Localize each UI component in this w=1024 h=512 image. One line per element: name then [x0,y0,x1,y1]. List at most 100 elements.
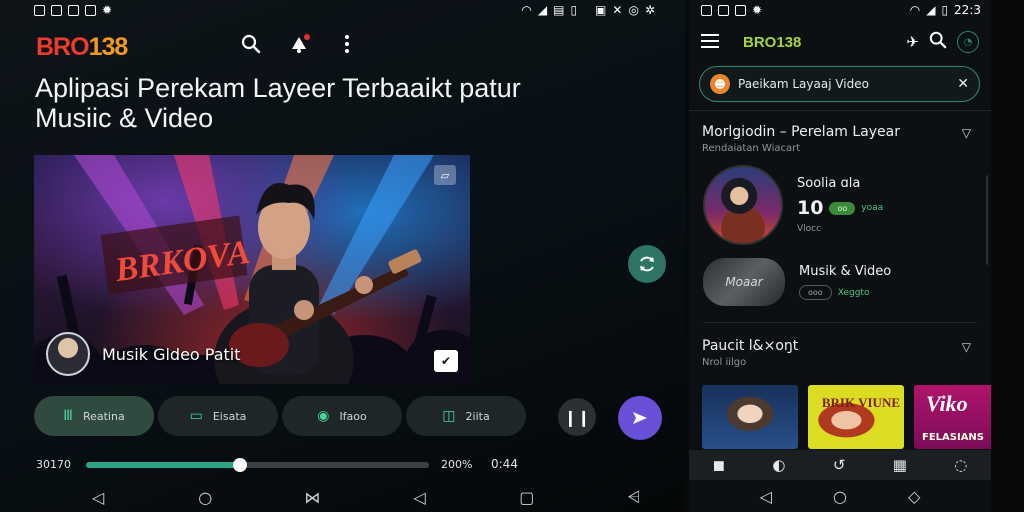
status-notification-icons: ✹ [34,4,112,16]
photo-icon [85,4,96,16]
screen-icon: ▭ [189,408,203,424]
clock: 22:3 [954,3,981,17]
chip-eisata[interactable]: ▭ Eisata [158,396,278,436]
nfc-icon: ▣ [595,3,607,17]
wifi-icon: ◠ [521,3,532,17]
home-icon[interactable]: ○ [193,488,217,507]
notification-dot [304,34,310,40]
section-header-recordings[interactable]: Morlgiodin – Perelam Layear Rendaiatan W… [702,124,977,154]
gallery-icon [34,4,45,16]
card-subtitle: FELASIANS [922,432,985,443]
divider [689,110,991,111]
notification-button[interactable] [286,31,312,57]
back-icon[interactable]: ◁ [408,488,432,507]
pause-icon: ❙❙ [563,407,591,427]
main-screen: ✹ ◠ ◢ ▤ ▯ ▣ ✕ ◎ ✲ BRO138 Aplipasi Pereka… [0,0,685,512]
card-title: BRIK VIUNE [821,395,900,410]
search-button[interactable] [238,31,264,57]
time-total: 0:44 [491,457,518,471]
list-item[interactable]: Soolia ɑla 10 oo yoaa Vlocc [703,165,883,245]
tab-profile-icon[interactable]: ◌ [954,456,967,474]
recents-icon[interactable]: ◇ [908,487,920,506]
section-title: Paucit l&×oŋt [702,338,799,354]
section-header-popular[interactable]: Paucit l&×oŋt Nrol iilgo ▽ [702,338,977,368]
media-card[interactable]: Viko FELASIANS [914,385,991,449]
hero-video[interactable]: BRKOVA ▱ Musik Gldeo Patit ✔ [34,155,470,384]
artist-avatar[interactable] [46,332,90,376]
item-detail: Vlocc [797,224,822,234]
recents-icon[interactable]: ⋈ [300,488,324,507]
system-nav-bar: ◁ ○ ⋈ ◁ ▢ ⩤ [86,482,646,512]
tab-home-icon[interactable]: ◼ [713,456,725,474]
pause-button[interactable]: ❙❙ [558,398,596,436]
download-icon [51,4,62,16]
battery-icon: ▯ [941,3,949,17]
timer-icon: ◫ [442,408,456,424]
page-title: Aplipasi Perekam Layeer Terbaaikt patur … [35,73,521,133]
tab-library-icon[interactable]: ▦ [893,456,907,474]
gallery-icon [701,4,712,16]
item-info: Soolia ɑla 10 oo yoaa Vlocc [797,176,883,234]
item-tag: yoaa [861,203,884,213]
item-meta: ooo Xeggto [799,285,891,300]
chevron-down-icon[interactable]: ▽ [962,340,971,354]
chip-2iita[interactable]: ◫ 2iita [406,396,526,436]
battery-icon: ▯ [570,3,578,17]
bug-icon: ✹ [752,3,763,17]
wifi-icon: ◠ [909,3,921,17]
profile-button[interactable]: ◔ [957,31,979,53]
clear-icon[interactable]: ✕ [957,76,969,92]
card-title: Viko [926,391,968,416]
pip-icon[interactable]: ▱ [434,165,456,185]
tab-explore-icon[interactable]: ◐ [772,456,785,474]
equalizer-icon: Ⅲ [63,408,73,424]
time-start: 30170 [36,457,71,471]
home-icon[interactable]: ▢ [515,488,539,507]
media-card[interactable] [702,385,798,449]
progress-fill [86,462,241,468]
capture-button[interactable] [628,245,666,283]
more-vert-icon [345,35,349,53]
signal-icon: ◢ [926,3,936,17]
stack-icon: ◉ [317,408,330,424]
item-title: Soolia ɑla [797,176,861,191]
search-bar[interactable]: ☻ ✕ [699,66,980,102]
status-badge: ooo [799,285,832,300]
chip-reatina[interactable]: Ⅲ Reatina [34,396,154,436]
list-item[interactable]: Moaar Musik & Video ooo Xeggto [703,258,891,306]
chevron-down-icon[interactable]: ▽ [962,126,971,140]
more-options-button[interactable] [334,31,360,57]
status-badge: oo [829,201,856,215]
menu-button[interactable] [701,33,719,52]
back-icon[interactable]: ◁ [86,488,110,507]
notification-button[interactable]: ✈ [906,33,919,51]
brand-logo[interactable]: BRO138 [36,33,128,62]
progress-knob[interactable] [233,458,248,472]
recents-icon[interactable]: ⩤ [622,487,646,507]
status-system-icons: ◠ ◢ ▯ 22:3 [910,3,981,17]
expand-icon[interactable]: ✔ [434,350,458,372]
chip-label: Reatina [82,409,125,423]
share-button[interactable] [618,396,662,440]
side-screen: ✹ ◠ ◢ ▯ 22:3 BRO138 ✈ ◔ ☻ ✕ Morlg [689,0,991,512]
item-thumbnail: Moaar [703,258,785,306]
section-subtitle: Rendaiatan Wiacart [702,143,801,154]
back-icon[interactable]: ◁ [760,487,772,506]
media-card[interactable]: BRIK VIUNE [808,385,904,449]
item-count: 10 [797,197,824,219]
home-icon[interactable]: ○ [833,487,847,506]
chip-ifaoo[interactable]: ◉ Ifaoo [282,396,402,436]
divider [703,322,977,323]
download-icon [718,4,729,16]
status-bar: ✹ ◠ ◢ ▯ 22:3 [689,0,991,20]
search-input[interactable] [738,77,950,91]
search-button[interactable] [929,31,947,53]
brand-logo[interactable]: BRO138 [743,34,896,51]
bell-icon: ✈ [906,33,919,51]
item-title: Musik & Video [799,264,892,279]
progress-track[interactable] [86,458,429,472]
sim-icon: ▤ [553,3,565,17]
scrollbar[interactable] [986,175,988,265]
tab-edit-icon[interactable]: ↺ [833,456,846,474]
progress-area: 30170 200% 0:44 [36,455,536,473]
